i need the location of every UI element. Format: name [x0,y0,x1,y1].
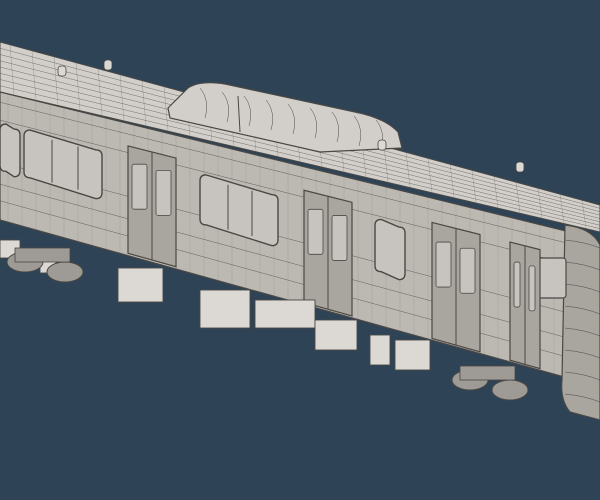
door-window [513,261,521,308]
door-window [155,169,172,216]
antenna [57,65,67,77]
door-window [459,247,476,294]
equipment-box [394,339,431,371]
antenna [103,59,113,71]
bogie-wheel [491,379,529,401]
equipment-box [117,267,164,303]
cab-end [561,224,600,421]
bogie-wheel [46,261,84,283]
antenna [515,161,525,173]
door-window [435,241,452,288]
train-car-wireframe-render [0,0,600,500]
bogie-frame [459,365,516,381]
equipment-box [369,334,391,366]
equipment-box [314,319,358,351]
equipment-box [254,299,316,329]
door-window [331,215,348,261]
window [0,123,21,178]
equipment-box [199,289,251,329]
cab-side-window [537,257,567,299]
window [374,218,406,281]
door-window [131,163,148,210]
render-viewport [0,0,600,500]
antenna [377,139,387,151]
door-window [307,208,324,255]
door-window [528,265,536,312]
bogie-frame [14,247,71,263]
